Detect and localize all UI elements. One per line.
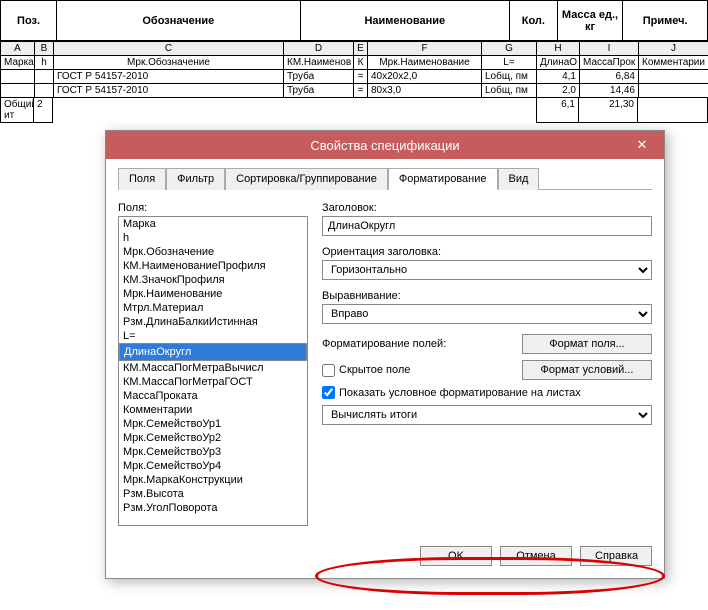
list-item[interactable]: Рзм.Высота bbox=[119, 487, 307, 501]
totals-i: 21,30 bbox=[579, 98, 638, 123]
show-conditional-label: Показать условное форматирование на лист… bbox=[339, 387, 581, 399]
tab-sort-group[interactable]: Сортировка/Группирование bbox=[225, 168, 388, 190]
calc-totals-select[interactable]: Вычислять итоги bbox=[322, 405, 652, 425]
main-header: Поз. Обозначение Наименование Кол. Масса… bbox=[0, 0, 708, 41]
list-item[interactable]: Комментарии bbox=[119, 403, 307, 417]
list-item[interactable]: КМ.МассаПогМетраВычисл bbox=[119, 361, 307, 375]
column-letters-row: ABCDEFGHIJ bbox=[1, 42, 708, 56]
grid: ABCDEFGHIJ МаркаhМрк.ОбозначениеКМ.Наиме… bbox=[0, 41, 708, 98]
list-item[interactable]: Мрк.СемействоУр4 bbox=[119, 459, 307, 473]
hdr-pos: Поз. bbox=[1, 1, 57, 41]
list-item[interactable]: МассаПроката bbox=[119, 389, 307, 403]
hdr-mass: Масса ед., кг bbox=[557, 1, 623, 41]
close-icon: ✕ bbox=[637, 137, 648, 153]
hdr-designation: Обозначение bbox=[57, 1, 300, 41]
secondary-header-row: МаркаhМрк.ОбозначениеКМ.НаименовКМрк.Наи… bbox=[1, 56, 708, 70]
field-format-button[interactable]: Формат поля... bbox=[522, 334, 652, 354]
fields-label: Поля: bbox=[118, 202, 308, 214]
list-item[interactable]: Марка bbox=[119, 217, 307, 231]
align-label: Выравнивание: bbox=[322, 290, 652, 302]
hidden-field-label: Скрытое поле bbox=[339, 364, 410, 376]
list-item[interactable]: КМ.НаименованиеПрофиля bbox=[119, 259, 307, 273]
format-fields-label: Форматирование полей: bbox=[322, 338, 510, 350]
heading-input[interactable] bbox=[322, 216, 652, 236]
tab-view[interactable]: Вид bbox=[498, 168, 540, 190]
align-select[interactable]: Вправо bbox=[322, 304, 652, 324]
list-item[interactable]: Мрк.СемействоУр3 bbox=[119, 445, 307, 459]
list-item[interactable]: Рзм.УголПоворота bbox=[119, 501, 307, 515]
hdr-notes: Примеч. bbox=[623, 1, 708, 41]
list-item[interactable]: L= bbox=[119, 329, 307, 343]
orient-select[interactable]: Горизонтально bbox=[322, 260, 652, 280]
hidden-field-checkbox[interactable] bbox=[322, 364, 335, 377]
totals-label: Общий ит bbox=[0, 98, 34, 123]
fields-listbox[interactable]: МаркаhМрк.ОбозначениеКМ.НаименованиеПроф… bbox=[118, 216, 308, 526]
orient-label: Ориентация заголовка: bbox=[322, 246, 652, 258]
close-button[interactable]: ✕ bbox=[620, 131, 664, 159]
cancel-button[interactable]: Отмена bbox=[500, 546, 572, 566]
tab-formatting[interactable]: Форматирование bbox=[388, 168, 498, 190]
list-item[interactable]: Рзм.ДлинаБалкиИстинная bbox=[119, 315, 307, 329]
help-button[interactable]: Справка bbox=[580, 546, 652, 566]
hdr-naming: Наименование bbox=[300, 1, 510, 41]
data-row[interactable]: ГОСТ Р 54157-2010Труба=40x20x2,0Lобщ, пм… bbox=[1, 70, 708, 84]
spreadsheet: Поз. Обозначение Наименование Кол. Масса… bbox=[0, 0, 708, 123]
list-item[interactable]: Мрк.Наименование bbox=[119, 287, 307, 301]
data-row[interactable]: ГОСТ Р 54157-2010Труба=80x3,0Lобщ, пм2,0… bbox=[1, 84, 708, 98]
tab-filter[interactable]: Фильтр bbox=[166, 168, 225, 190]
list-item[interactable]: КМ.МассаПогМетраГОСТ bbox=[119, 375, 307, 389]
list-item[interactable]: ДлинаОкругл bbox=[119, 343, 307, 361]
dialog-title: Свойства спецификации bbox=[310, 138, 459, 153]
show-conditional-checkbox[interactable] bbox=[322, 386, 335, 399]
cond-format-button[interactable]: Формат условий... bbox=[522, 360, 652, 380]
totals-h: 6,1 bbox=[536, 98, 579, 123]
tabstrip: Поля Фильтр Сортировка/Группирование Фор… bbox=[118, 167, 652, 190]
tab-fields[interactable]: Поля bbox=[118, 168, 166, 190]
list-item[interactable]: КМ.ЗначокПрофиля bbox=[119, 273, 307, 287]
list-item[interactable]: h bbox=[119, 231, 307, 245]
titlebar[interactable]: Свойства спецификации ✕ bbox=[106, 131, 664, 159]
properties-dialog: Свойства спецификации ✕ Поля Фильтр Сорт… bbox=[105, 130, 665, 579]
list-item[interactable]: Мрк.МаркаКонструкции bbox=[119, 473, 307, 487]
heading-label: Заголовок: bbox=[322, 202, 652, 214]
list-item[interactable]: Мтрл.Материал bbox=[119, 301, 307, 315]
list-item[interactable]: Мрк.Обозначение bbox=[119, 245, 307, 259]
ok-button[interactable]: OK bbox=[420, 546, 492, 566]
list-item[interactable]: Мрк.СемействоУр2 bbox=[119, 431, 307, 445]
list-item[interactable]: Мрк.СемействоУр1 bbox=[119, 417, 307, 431]
totals-b: 2 bbox=[34, 98, 53, 123]
hdr-count: Кол. bbox=[510, 1, 558, 41]
